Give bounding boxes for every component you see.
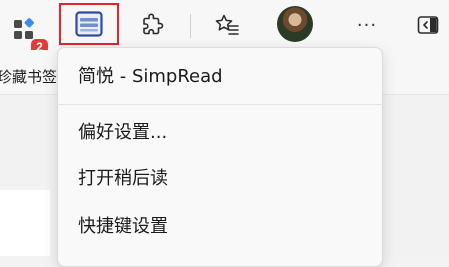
menu-item-shortcut-settings[interactable]: 快捷键设置	[58, 203, 382, 247]
menu-item-preferences[interactable]: 偏好设置...	[58, 109, 382, 153]
menu-item-open-read-later[interactable]: 打开稍后读	[58, 155, 382, 199]
more-options-button[interactable]: ···	[350, 8, 384, 42]
simpread-icon	[75, 11, 103, 37]
sidebar-icon	[417, 16, 439, 34]
puzzle-icon	[143, 13, 164, 35]
browser-toolbar: 2 ···	[0, 0, 449, 56]
extensions-manager-button[interactable]: 2	[5, 10, 48, 56]
favorites-icon	[215, 14, 239, 35]
favorites-button[interactable]	[210, 8, 244, 42]
extensions-button[interactable]	[135, 8, 169, 42]
menu-divider	[58, 104, 382, 105]
toolbar-divider	[190, 14, 191, 38]
menu-item-label: 偏好设置...	[78, 122, 168, 143]
sidebar-toggle-button[interactable]	[413, 10, 443, 40]
simpread-dropdown-menu: 简悦 - SimpRead 偏好设置... 打开稍后读 快捷键设置	[57, 47, 383, 267]
profile-avatar[interactable]	[277, 6, 313, 42]
page-content-block	[0, 190, 50, 256]
more-icon: ···	[356, 14, 378, 36]
menu-item-label: 打开稍后读	[78, 168, 168, 189]
menu-item-label: 快捷键设置	[78, 216, 168, 237]
menu-title: 简悦 - SimpRead	[78, 66, 223, 87]
simpread-extension-button[interactable]	[59, 3, 119, 45]
